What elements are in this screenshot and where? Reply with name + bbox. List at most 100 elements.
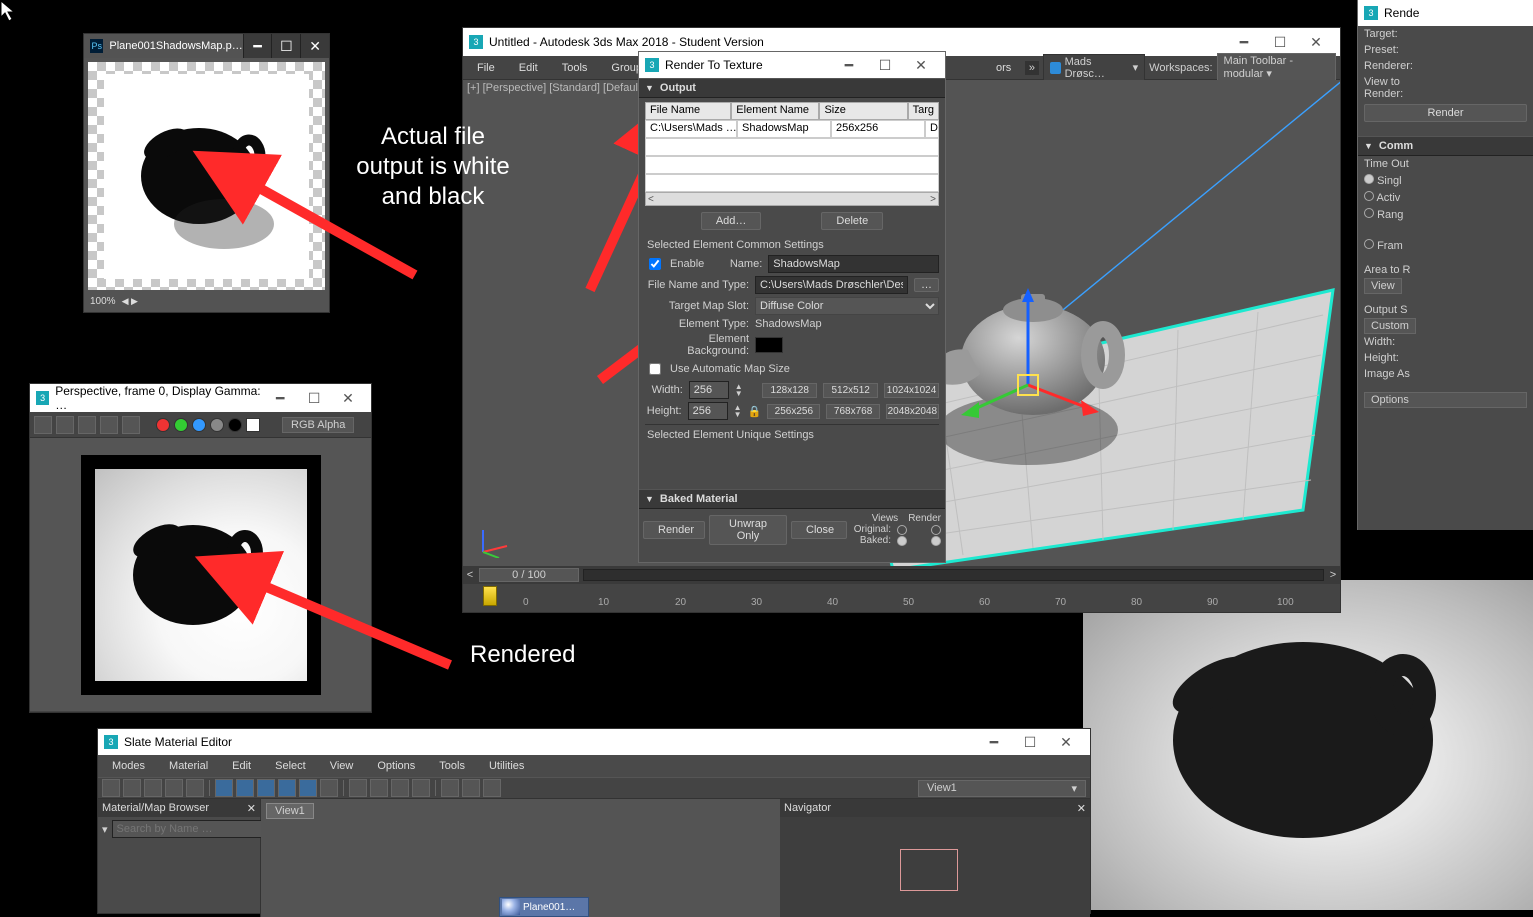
zoom-extents-icon[interactable] <box>349 779 367 797</box>
show-end-result-icon[interactable] <box>257 779 275 797</box>
render-button[interactable]: Render <box>643 521 705 539</box>
workspace-selector[interactable]: Main Toolbar - modular ▾ <box>1217 53 1336 82</box>
alpha-channel-icon[interactable] <box>210 418 224 432</box>
col-element[interactable]: Element Name <box>731 102 819 120</box>
area-select[interactable]: View <box>1364 278 1402 294</box>
name-input[interactable] <box>768 255 939 273</box>
magic-wand-icon[interactable] <box>483 779 501 797</box>
timeline-start-icon[interactable]: < <box>463 569 477 581</box>
select-by-material-icon[interactable] <box>462 779 480 797</box>
output-grid-row[interactable]: C:\Users\Mads … ShadowsMap 256x256 Diffu <box>645 120 939 138</box>
channel-label[interactable]: RGB Alpha <box>282 417 354 433</box>
print-icon[interactable] <box>100 416 118 434</box>
move-children-icon[interactable] <box>186 779 204 797</box>
close-button[interactable]: Close <box>791 521 847 539</box>
slate-titlebar[interactable]: 3 Slate Material Editor ━ ☐ ✕ <box>98 729 1090 755</box>
pick-material-icon[interactable] <box>123 779 141 797</box>
orig-views-radio[interactable] <box>897 525 907 535</box>
rs-titlebar[interactable]: 3 Rende <box>1358 0 1533 26</box>
size-128[interactable]: 128x128 <box>762 383 817 398</box>
swatch-icon[interactable] <box>246 418 260 432</box>
copy-icon[interactable] <box>56 416 74 434</box>
minimize-button[interactable]: ━ <box>1226 28 1262 56</box>
close-button[interactable]: ✕ <box>1298 28 1334 56</box>
assign-icon[interactable] <box>144 779 162 797</box>
menu-tools[interactable]: Tools <box>552 60 598 76</box>
size-768[interactable]: 768x768 <box>826 404 879 419</box>
rtt-titlebar[interactable]: 3 Render To Texture ━ ☐ ✕ <box>639 52 945 78</box>
baked-render-radio[interactable] <box>931 536 941 546</box>
height-input[interactable] <box>688 402 728 420</box>
range-radio[interactable] <box>1364 208 1374 218</box>
blue-channel-icon[interactable] <box>192 418 206 432</box>
navigator-panel[interactable]: Navigator ✕ <box>780 799 1090 917</box>
frames-radio[interactable] <box>1364 239 1374 249</box>
material-id-icon[interactable] <box>441 779 459 797</box>
delete-icon[interactable] <box>165 779 183 797</box>
menu-select[interactable]: Select <box>265 758 316 774</box>
material-node[interactable]: Plane001… <box>499 897 589 917</box>
orig-render-radio[interactable] <box>931 525 941 535</box>
menu-edit[interactable]: Edit <box>222 758 261 774</box>
show-map-icon[interactable] <box>278 779 296 797</box>
col-target[interactable]: Targ <box>908 102 939 120</box>
file-browse-button[interactable]: … <box>914 278 939 292</box>
slate-view[interactable]: View1 Plane001… <box>261 799 780 917</box>
time-marker[interactable] <box>483 586 497 606</box>
minimize-button[interactable]: ━ <box>243 34 272 58</box>
layout-all-icon[interactable] <box>215 779 233 797</box>
clone-icon[interactable] <box>78 416 96 434</box>
size-512[interactable]: 512x512 <box>823 383 878 398</box>
col-filename[interactable]: File Name <box>645 102 731 120</box>
unwrap-button[interactable]: Unwrap Only <box>709 515 787 545</box>
menu-tools2[interactable]: Tools <box>429 758 475 774</box>
output-preset-select[interactable]: Custom <box>1364 318 1416 334</box>
lock-icon[interactable]: 🔒 <box>748 405 762 418</box>
timeline-end-icon[interactable]: > <box>1326 569 1340 581</box>
close-button[interactable]: ✕ <box>300 34 329 58</box>
minimize-button[interactable]: ━ <box>263 384 297 412</box>
baked-views-radio[interactable] <box>897 536 907 546</box>
single-radio[interactable] <box>1364 174 1374 184</box>
preview-icon[interactable] <box>320 779 338 797</box>
mono-channel-icon[interactable] <box>228 418 242 432</box>
menu-overflow[interactable]: ors <box>986 60 1021 76</box>
maximize-button[interactable]: ☐ <box>1012 728 1048 756</box>
layout-children-icon[interactable] <box>236 779 254 797</box>
view-selector[interactable]: View1▾ <box>918 780 1086 797</box>
maximize-button[interactable]: ☐ <box>271 34 300 58</box>
width-input[interactable] <box>689 381 729 399</box>
search-input[interactable] <box>112 820 264 838</box>
file-input[interactable] <box>755 276 908 294</box>
timeline[interactable]: < 0 / 100 > 0 10 20 30 40 50 60 70 80 90… <box>463 566 1340 612</box>
frame-indicator[interactable]: 0 / 100 <box>479 568 579 582</box>
options-icon[interactable]: ▾ <box>102 823 108 836</box>
size-1024[interactable]: 1024x1024 <box>884 383 939 398</box>
select-tool-icon[interactable] <box>102 779 120 797</box>
zoom-region-icon[interactable] <box>370 779 388 797</box>
maximize-button[interactable]: ☐ <box>1262 28 1298 56</box>
menu-file[interactable]: File <box>467 60 505 76</box>
spinner-icon[interactable]: ▲▼ <box>734 404 742 418</box>
close-button[interactable]: ✕ <box>1048 728 1084 756</box>
close-button[interactable]: ✕ <box>903 51 939 79</box>
user-badge[interactable]: Mads Drøsc… ▾ <box>1043 54 1146 82</box>
framebuffer-titlebar[interactable]: 3 Perspective, frame 0, Display Gamma: …… <box>30 384 371 412</box>
minimize-button[interactable]: ━ <box>831 51 867 79</box>
view-tab[interactable]: View1 <box>266 803 314 819</box>
green-channel-icon[interactable] <box>174 418 188 432</box>
output-rollout[interactable]: Output <box>639 78 945 98</box>
panel-close-icon[interactable]: ✕ <box>247 802 256 815</box>
time-ruler[interactable]: 0 10 20 30 40 50 60 70 80 90 100 <box>463 584 1340 610</box>
bg-color-swatch[interactable] <box>755 337 783 353</box>
show-bg-icon[interactable] <box>299 779 317 797</box>
size-256[interactable]: 256x256 <box>767 404 820 419</box>
menu-chevrons-icon[interactable]: » <box>1025 61 1038 75</box>
close-button[interactable]: ✕ <box>331 384 365 412</box>
photoshop-titlebar[interactable]: Ps Plane001ShadowsMap.p… ━ ☐ ✕ <box>84 34 329 58</box>
common-rollout[interactable]: Comm <box>1358 136 1533 156</box>
clear-icon[interactable] <box>122 416 140 434</box>
maximize-button[interactable]: ☐ <box>297 384 331 412</box>
grid-scrollbar[interactable]: <> <box>645 192 939 206</box>
menu-material[interactable]: Material <box>159 758 218 774</box>
